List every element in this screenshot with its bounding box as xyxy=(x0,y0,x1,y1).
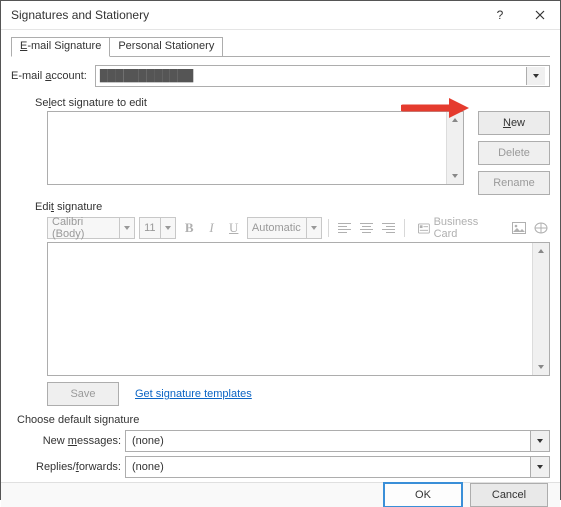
save-button[interactable]: Save xyxy=(47,382,119,406)
italic-button[interactable]: I xyxy=(202,218,220,238)
edit-signature-label: Edit signature xyxy=(35,201,550,213)
signature-editor[interactable] xyxy=(47,242,550,376)
business-card-icon xyxy=(418,223,430,234)
default-signature-heading: Choose default signature xyxy=(17,414,550,426)
scroll-up-icon xyxy=(533,243,549,259)
align-center-button[interactable] xyxy=(357,218,375,238)
ok-button[interactable]: OK xyxy=(384,483,462,507)
insert-hyperlink-button[interactable] xyxy=(532,218,550,238)
signature-actions: New Delete Rename xyxy=(478,111,550,195)
font-color-combo[interactable]: Automatic xyxy=(247,217,322,239)
replies-forwards-combo[interactable]: (none) xyxy=(125,456,550,478)
email-account-row: E-mail account: ████████████ xyxy=(11,65,550,87)
tab-personal-stationery[interactable]: Personal Stationery xyxy=(109,37,223,57)
align-left-icon xyxy=(338,222,351,234)
dialog-body: E-mail Signature Personal Stationery E-m… xyxy=(1,30,560,482)
cancel-button[interactable]: Cancel xyxy=(470,483,548,507)
chevron-down-icon xyxy=(160,218,175,238)
align-left-button[interactable] xyxy=(335,218,353,238)
tab-strip: E-mail Signature Personal Stationery xyxy=(11,36,550,57)
tab-email-signature[interactable]: E-mail Signature xyxy=(11,37,110,57)
email-account-label: E-mail account: xyxy=(11,70,87,82)
insert-picture-button[interactable] xyxy=(510,218,528,238)
dialog-footer: OK Cancel xyxy=(1,482,560,507)
new-messages-row: New messages: (none) xyxy=(11,430,550,452)
title-bar: Signatures and Stationery ? xyxy=(1,1,560,30)
email-account-combo[interactable]: ████████████ xyxy=(95,65,550,87)
bold-button[interactable]: B xyxy=(180,218,198,238)
email-account-value: ████████████ xyxy=(100,70,526,82)
signature-area: New Delete Rename xyxy=(47,111,550,195)
signature-list[interactable] xyxy=(47,111,464,185)
chevron-down-icon xyxy=(526,67,545,85)
get-templates-link[interactable]: Get signature templates xyxy=(135,388,252,400)
chevron-down-icon xyxy=(119,218,134,238)
window-title: Signatures and Stationery xyxy=(11,8,480,22)
help-button[interactable]: ? xyxy=(480,1,520,29)
business-card-button[interactable]: Business Card xyxy=(411,217,506,239)
delete-button[interactable]: Delete xyxy=(478,141,550,165)
close-icon xyxy=(535,10,545,20)
replies-forwards-label: Replies/forwards: xyxy=(11,461,125,473)
separator xyxy=(328,219,329,237)
rename-button[interactable]: Rename xyxy=(478,171,550,195)
scroll-up-icon xyxy=(447,112,463,128)
format-toolbar: Calibri (Body) 11 B I U Automatic xyxy=(47,217,550,239)
scrollbar[interactable] xyxy=(532,243,549,375)
separator xyxy=(404,219,405,237)
picture-icon xyxy=(512,222,526,234)
hyperlink-icon xyxy=(534,222,548,234)
chevron-down-icon xyxy=(530,431,549,451)
chevron-down-icon xyxy=(530,457,549,477)
replies-forwards-row: Replies/forwards: (none) xyxy=(11,456,550,478)
select-signature-label: Select signature to edit xyxy=(35,97,550,109)
chevron-down-icon xyxy=(306,218,321,238)
scrollbar[interactable] xyxy=(446,112,463,184)
new-messages-label: New messages: xyxy=(11,435,125,447)
align-right-button[interactable] xyxy=(380,218,398,238)
save-row: Save Get signature templates xyxy=(47,382,550,406)
align-center-icon xyxy=(360,222,373,234)
scroll-down-icon xyxy=(533,359,549,375)
font-combo[interactable]: Calibri (Body) xyxy=(47,217,135,239)
dialog-window: Signatures and Stationery ? E-mail Signa… xyxy=(0,0,561,500)
default-signature-section: Choose default signature New messages: (… xyxy=(11,414,550,478)
close-button[interactable] xyxy=(520,1,560,29)
new-messages-combo[interactable]: (none) xyxy=(125,430,550,452)
align-right-icon xyxy=(382,222,395,234)
new-button[interactable]: New xyxy=(478,111,550,135)
font-size-combo[interactable]: 11 xyxy=(139,217,176,239)
underline-button[interactable]: U xyxy=(225,218,243,238)
scroll-down-icon xyxy=(447,168,463,184)
